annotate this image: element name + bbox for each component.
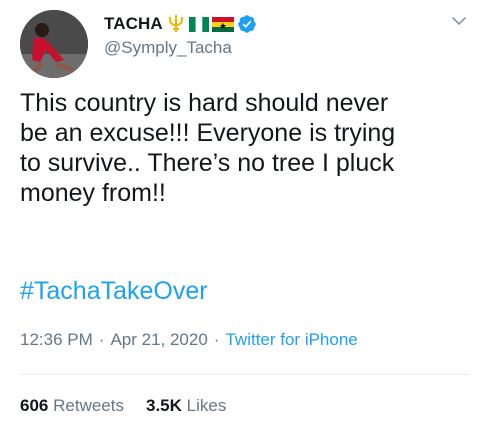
tweet-date[interactable]: Apr 21, 2020 [110,330,207,349]
nigeria-flag-icon [188,16,209,32]
ghana-flag-icon [211,16,234,32]
tweet-source-link[interactable]: Twitter for iPhone [225,330,357,349]
likes-label: Likes [186,396,227,415]
display-name-row: TACHA [104,12,257,36]
chevron-down-icon[interactable] [448,10,470,32]
likes-count: 3.5K [145,396,182,415]
trident-emoji-icon [168,15,183,32]
display-name[interactable]: TACHA [104,14,163,34]
retweets-label: Retweets [53,396,124,415]
meta-separator: · [213,330,220,349]
divider [20,374,470,375]
user-handle[interactable]: @Symply_Tacha [104,38,232,58]
verified-badge-icon [237,15,256,33]
tweet-time[interactable]: 12:36 PM [20,330,93,349]
meta-separator: · [98,330,105,349]
avatar[interactable] [20,10,88,78]
tweet-meta: 12:36 PM · Apr 21, 2020 · Twitter for iPhone [20,330,358,350]
retweets-stat[interactable]: 606 Retweets [20,396,124,415]
likes-stat[interactable]: 3.5K Likes [146,396,226,415]
hashtag-link[interactable]: #TachaTakeOver [20,276,208,306]
engagement-stats: 606 Retweets 3.5K Likes [20,396,248,416]
retweets-count: 606 [20,396,49,415]
profile-photo [20,10,88,78]
tweet-text: This country is hard should never be an … [20,89,396,207]
